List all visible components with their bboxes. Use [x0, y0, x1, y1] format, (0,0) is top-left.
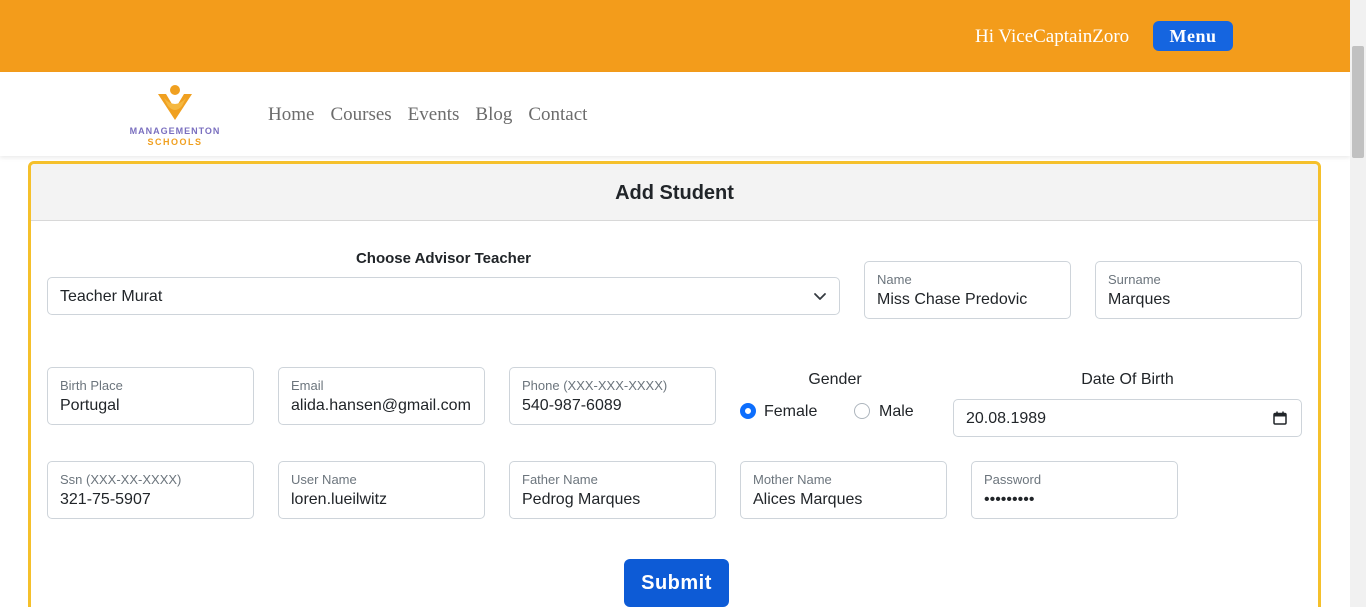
surname-label: Surname: [1108, 272, 1161, 287]
email-label: Email: [291, 378, 324, 393]
phone-label: Phone (XXX-XXX-XXXX): [522, 378, 668, 393]
gender-male-radio[interactable]: [854, 403, 870, 419]
user-greeting: Hi ViceCaptainZoro: [975, 26, 1130, 47]
birth-place-field[interactable]: Birth Place Portugal: [47, 367, 254, 425]
brand-name-line2: SCHOOLS: [147, 137, 203, 147]
nav-links: Home Courses Events Blog Contact: [268, 104, 603, 126]
email-field[interactable]: Email alida.hansen@gmail.com: [278, 367, 485, 425]
father-name-value: Pedrog Marques: [522, 491, 641, 508]
mother-name-value: Alices Marques: [753, 491, 863, 508]
nav-contact[interactable]: Contact: [528, 104, 587, 126]
nav-courses[interactable]: Courses: [330, 104, 391, 126]
username-field[interactable]: User Name loren.lueilwitz: [278, 461, 485, 519]
advisor-select[interactable]: Teacher Murat: [47, 277, 840, 315]
card-header: Add Student: [31, 164, 1318, 221]
name-label: Name: [877, 272, 912, 287]
password-field[interactable]: Password •••••••••: [971, 461, 1178, 519]
nav-events[interactable]: Events: [408, 104, 460, 126]
phone-value: 540-987-6089: [522, 397, 622, 414]
dob-label: Date Of Birth: [1081, 371, 1174, 388]
gender-female-radio[interactable]: [740, 403, 756, 419]
advisor-select-value: Teacher Murat: [60, 288, 163, 305]
email-value: alida.hansen@gmail.com: [291, 397, 471, 414]
username-value: loren.lueilwitz: [291, 491, 388, 508]
page-title: Add Student: [615, 182, 734, 204]
page-scrollbar[interactable]: [1350, 0, 1366, 607]
password-label: Password: [984, 472, 1042, 487]
ssn-field[interactable]: Ssn (XXX-XX-XXXX) 321-75-5907: [47, 461, 254, 519]
father-name-label: Father Name: [522, 472, 598, 487]
name-field[interactable]: Name Miss Chase Predovic: [864, 261, 1071, 319]
surname-value: Marques: [1108, 291, 1171, 308]
birth-place-value: Portugal: [60, 397, 120, 414]
navbar: MANAGEMENTON SCHOOLS Home Courses Events…: [0, 72, 1350, 156]
dob-input[interactable]: 20.08.1989: [953, 399, 1302, 437]
calendar-icon[interactable]: [1273, 411, 1287, 425]
logo-emblem-icon: [158, 85, 192, 120]
nav-home[interactable]: Home: [268, 104, 314, 126]
gender-male-label: Male: [879, 403, 914, 420]
brand-logo[interactable]: MANAGEMENTON SCHOOLS: [120, 82, 230, 148]
father-name-field[interactable]: Father Name Pedrog Marques: [509, 461, 716, 519]
surname-field[interactable]: Surname Marques: [1095, 261, 1302, 319]
phone-field[interactable]: Phone (XXX-XXX-XXXX) 540-987-6089: [509, 367, 716, 425]
mother-name-label: Mother Name: [753, 472, 832, 487]
add-student-card: Add Student Choose Advisor Teacher Teach…: [28, 161, 1321, 607]
password-value: •••••••••: [984, 491, 1035, 508]
ssn-label: Ssn (XXX-XX-XXXX): [60, 472, 182, 487]
dob-value: 20.08.1989: [966, 410, 1047, 427]
username-label: User Name: [291, 472, 357, 487]
name-value: Miss Chase Predovic: [877, 291, 1028, 308]
chevron-down-icon: [814, 293, 826, 300]
menu-button[interactable]: Menu: [1153, 21, 1233, 51]
gender-label: Gender: [808, 371, 862, 388]
submit-button[interactable]: Submit: [624, 559, 729, 607]
nav-blog[interactable]: Blog: [475, 104, 512, 126]
scrollbar-thumb[interactable]: [1352, 46, 1364, 158]
ssn-value: 321-75-5907: [60, 491, 151, 508]
mother-name-field[interactable]: Mother Name Alices Marques: [740, 461, 947, 519]
gender-female-label: Female: [764, 403, 818, 420]
brand-name-line1: MANAGEMENTON: [129, 126, 221, 136]
birth-place-label: Birth Place: [60, 378, 123, 393]
top-bar: Hi ViceCaptainZoro Menu: [0, 0, 1350, 72]
advisor-label: Choose Advisor Teacher: [355, 250, 532, 267]
